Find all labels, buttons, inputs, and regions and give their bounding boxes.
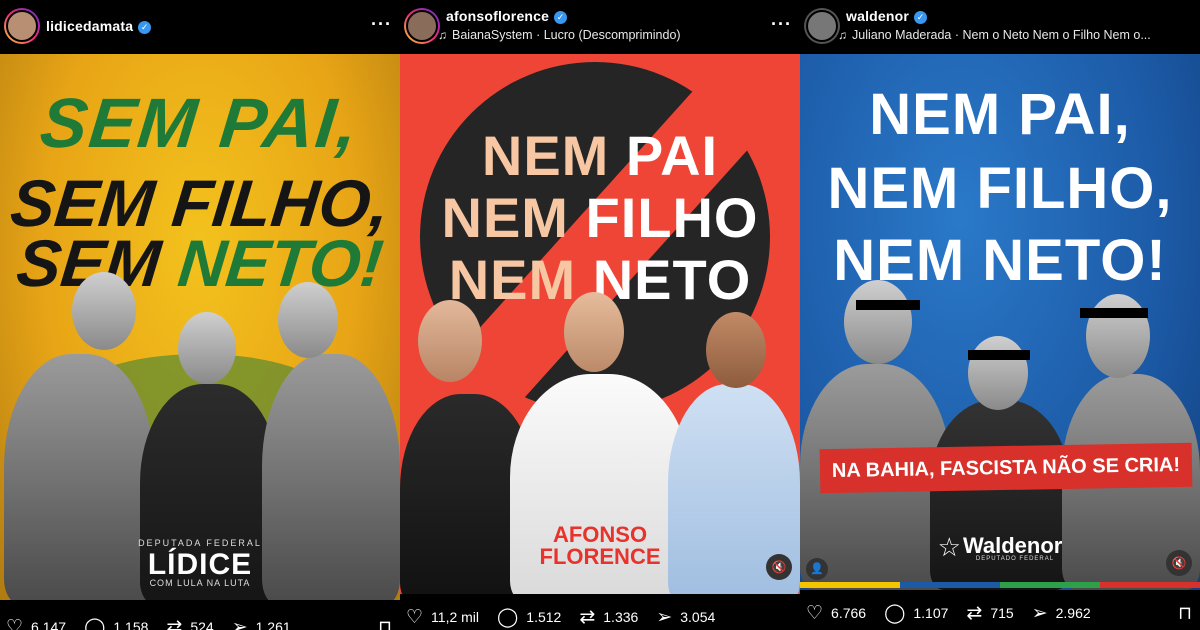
post-lidicedamata: lidicedamata ✓ ··· SEM PAI, SEM FILHO, SE… [0, 0, 400, 630]
music-label[interactable]: ♫ Juliano Maderada · Nem o Neto Nem o Fil… [838, 28, 1151, 42]
tagged-user-icon[interactable]: 👤 [806, 558, 828, 580]
headline-line-1: NEM PAI [481, 124, 719, 187]
headline-line-3: NEM NETO! [833, 228, 1167, 293]
color-stripe [800, 582, 1200, 588]
music-label[interactable]: ♫ BaianaSystem · Lucro (Descomprimindo) [438, 28, 681, 42]
repost-count: 715 [990, 605, 1014, 621]
comment-icon: ◯ [884, 602, 906, 624]
username[interactable]: waldenor ✓ [846, 8, 928, 24]
signature-subtitle: COM LULA NA LUTA [149, 578, 251, 588]
comment-icon: ◯ [84, 616, 106, 630]
signature-title: DEPUTADA FEDERAL [138, 538, 262, 548]
post-afonsoflorence: afonsoflorence ✓ ♫ BaianaSystem · Lucro (D… [400, 0, 800, 630]
like-count: 11,2 mil [431, 609, 480, 625]
bookmark-icon[interactable]: ⊓ [1178, 603, 1192, 624]
avatar[interactable] [404, 8, 440, 44]
slogan-banner: NA BAHIA, FASCISTA NÃO SE CRIA! [819, 442, 1193, 494]
share-count: 1.261 [255, 619, 291, 630]
headline-line-2: NEM FILHO [441, 186, 759, 249]
like-button[interactable]: ♡ 11,2 mil [406, 608, 479, 627]
comment-button[interactable]: ◯ 1.512 [497, 608, 561, 627]
comment-count: 1.512 [526, 609, 562, 625]
speaker-muted-icon[interactable]: 🔇 [766, 554, 792, 580]
share-count: 2.962 [1055, 605, 1091, 621]
post-header: waldenor ✓ ♫ Juliano Maderada · Nem o Neto… [800, 0, 1200, 54]
more-icon[interactable]: ··· [371, 14, 392, 35]
username[interactable]: afonsoflorence ✓ [446, 8, 568, 24]
username[interactable]: lidicedamata ✓ [46, 18, 152, 34]
avatar[interactable] [804, 8, 840, 44]
repost-button[interactable]: ⇄ 1.336 [579, 608, 638, 627]
verified-icon: ✓ [914, 11, 928, 24]
repost-button[interactable]: ⇄ 715 [966, 604, 1013, 623]
headline-line-2: NEM FILHO, [827, 156, 1173, 221]
bookmark-icon[interactable]: ⊓ [378, 617, 392, 630]
share-icon: ➢ [1031, 602, 1048, 624]
comment-count: 1.107 [913, 605, 949, 621]
comment-button[interactable]: ◯ 1.107 [884, 604, 948, 623]
like-button[interactable]: ♡ 6.766 [806, 604, 866, 623]
censor-bar [856, 300, 920, 310]
action-bar: ♡ 6.766 ◯ 1.107 ⇄ 715 ➢ 2.962 ⊓ [800, 598, 1200, 628]
post-waldenor: waldenor ✓ ♫ Juliano Maderada · Nem o Neto… [800, 0, 1200, 630]
comment-button[interactable]: ◯ 1.158 [84, 618, 148, 630]
speaker-muted-icon[interactable]: 🔇 [1166, 550, 1192, 576]
like-button[interactable]: ♡ 6.147 [6, 618, 66, 630]
headline-line-1: NEM PAI, [869, 82, 1131, 147]
post-header: lidicedamata ✓ ··· [0, 0, 400, 54]
share-icon: ➢ [656, 606, 673, 628]
share-button[interactable]: ➢ 3.054 [656, 608, 715, 627]
headline-line-1: SEM PAI, [36, 84, 364, 162]
share-button[interactable]: ➢ 2.962 [1032, 604, 1091, 623]
comment-icon: ◯ [497, 606, 519, 628]
campaign-logo: AFONSO FLORENCE [539, 522, 661, 569]
share-count: 3.054 [680, 609, 716, 625]
post-image[interactable]: NEM PAI, NEM FILHO, NEM NETO! NA BAHIA, … [800, 54, 1200, 590]
like-count: 6.766 [831, 605, 867, 621]
action-bar: ♡ 11,2 mil ◯ 1.512 ⇄ 1.336 ➢ 3.054 [400, 602, 800, 630]
heart-icon: ♡ [406, 606, 424, 628]
campaign-logo-subtitle: DEPUTADO FEDERAL [975, 556, 1055, 562]
like-count: 6.147 [31, 619, 67, 630]
heart-icon: ♡ [806, 602, 824, 624]
post-image[interactable]: NEM PAI NEM FILHO NEM NETO AFONSO FLORENC… [400, 54, 800, 594]
verified-icon: ✓ [554, 11, 568, 24]
music-note-icon: ♫ [838, 28, 847, 42]
signature-name: LÍDICE [147, 548, 253, 581]
more-icon[interactable]: ··· [771, 14, 792, 35]
censor-bar [1080, 308, 1148, 318]
repost-icon: ⇄ [579, 606, 596, 628]
share-button[interactable]: ➢ 1.261 [232, 618, 291, 630]
post-header: afonsoflorence ✓ ♫ BaianaSystem · Lucro (D… [400, 0, 800, 54]
music-note-icon: ♫ [438, 28, 447, 42]
action-bar: ♡ 6.147 ◯ 1.158 ⇄ 524 ➢ 1.261 ⊓ [0, 612, 400, 630]
heart-icon: ♡ [6, 616, 24, 630]
repost-icon: ⇄ [966, 602, 983, 624]
comment-count: 1.158 [113, 619, 149, 630]
repost-button[interactable]: ⇄ 524 [166, 618, 213, 630]
post-image[interactable]: SEM PAI, SEM FILHO, SEM NETO! DEPUTADA F… [0, 54, 400, 600]
avatar[interactable] [4, 8, 40, 44]
censor-bar [968, 350, 1030, 360]
share-icon: ➢ [231, 616, 248, 630]
repost-icon: ⇄ [166, 616, 183, 630]
headline-line-3: SEM NETO! [13, 226, 387, 300]
repost-count: 524 [190, 619, 214, 630]
verified-icon: ✓ [138, 21, 152, 34]
repost-count: 1.336 [603, 609, 639, 625]
